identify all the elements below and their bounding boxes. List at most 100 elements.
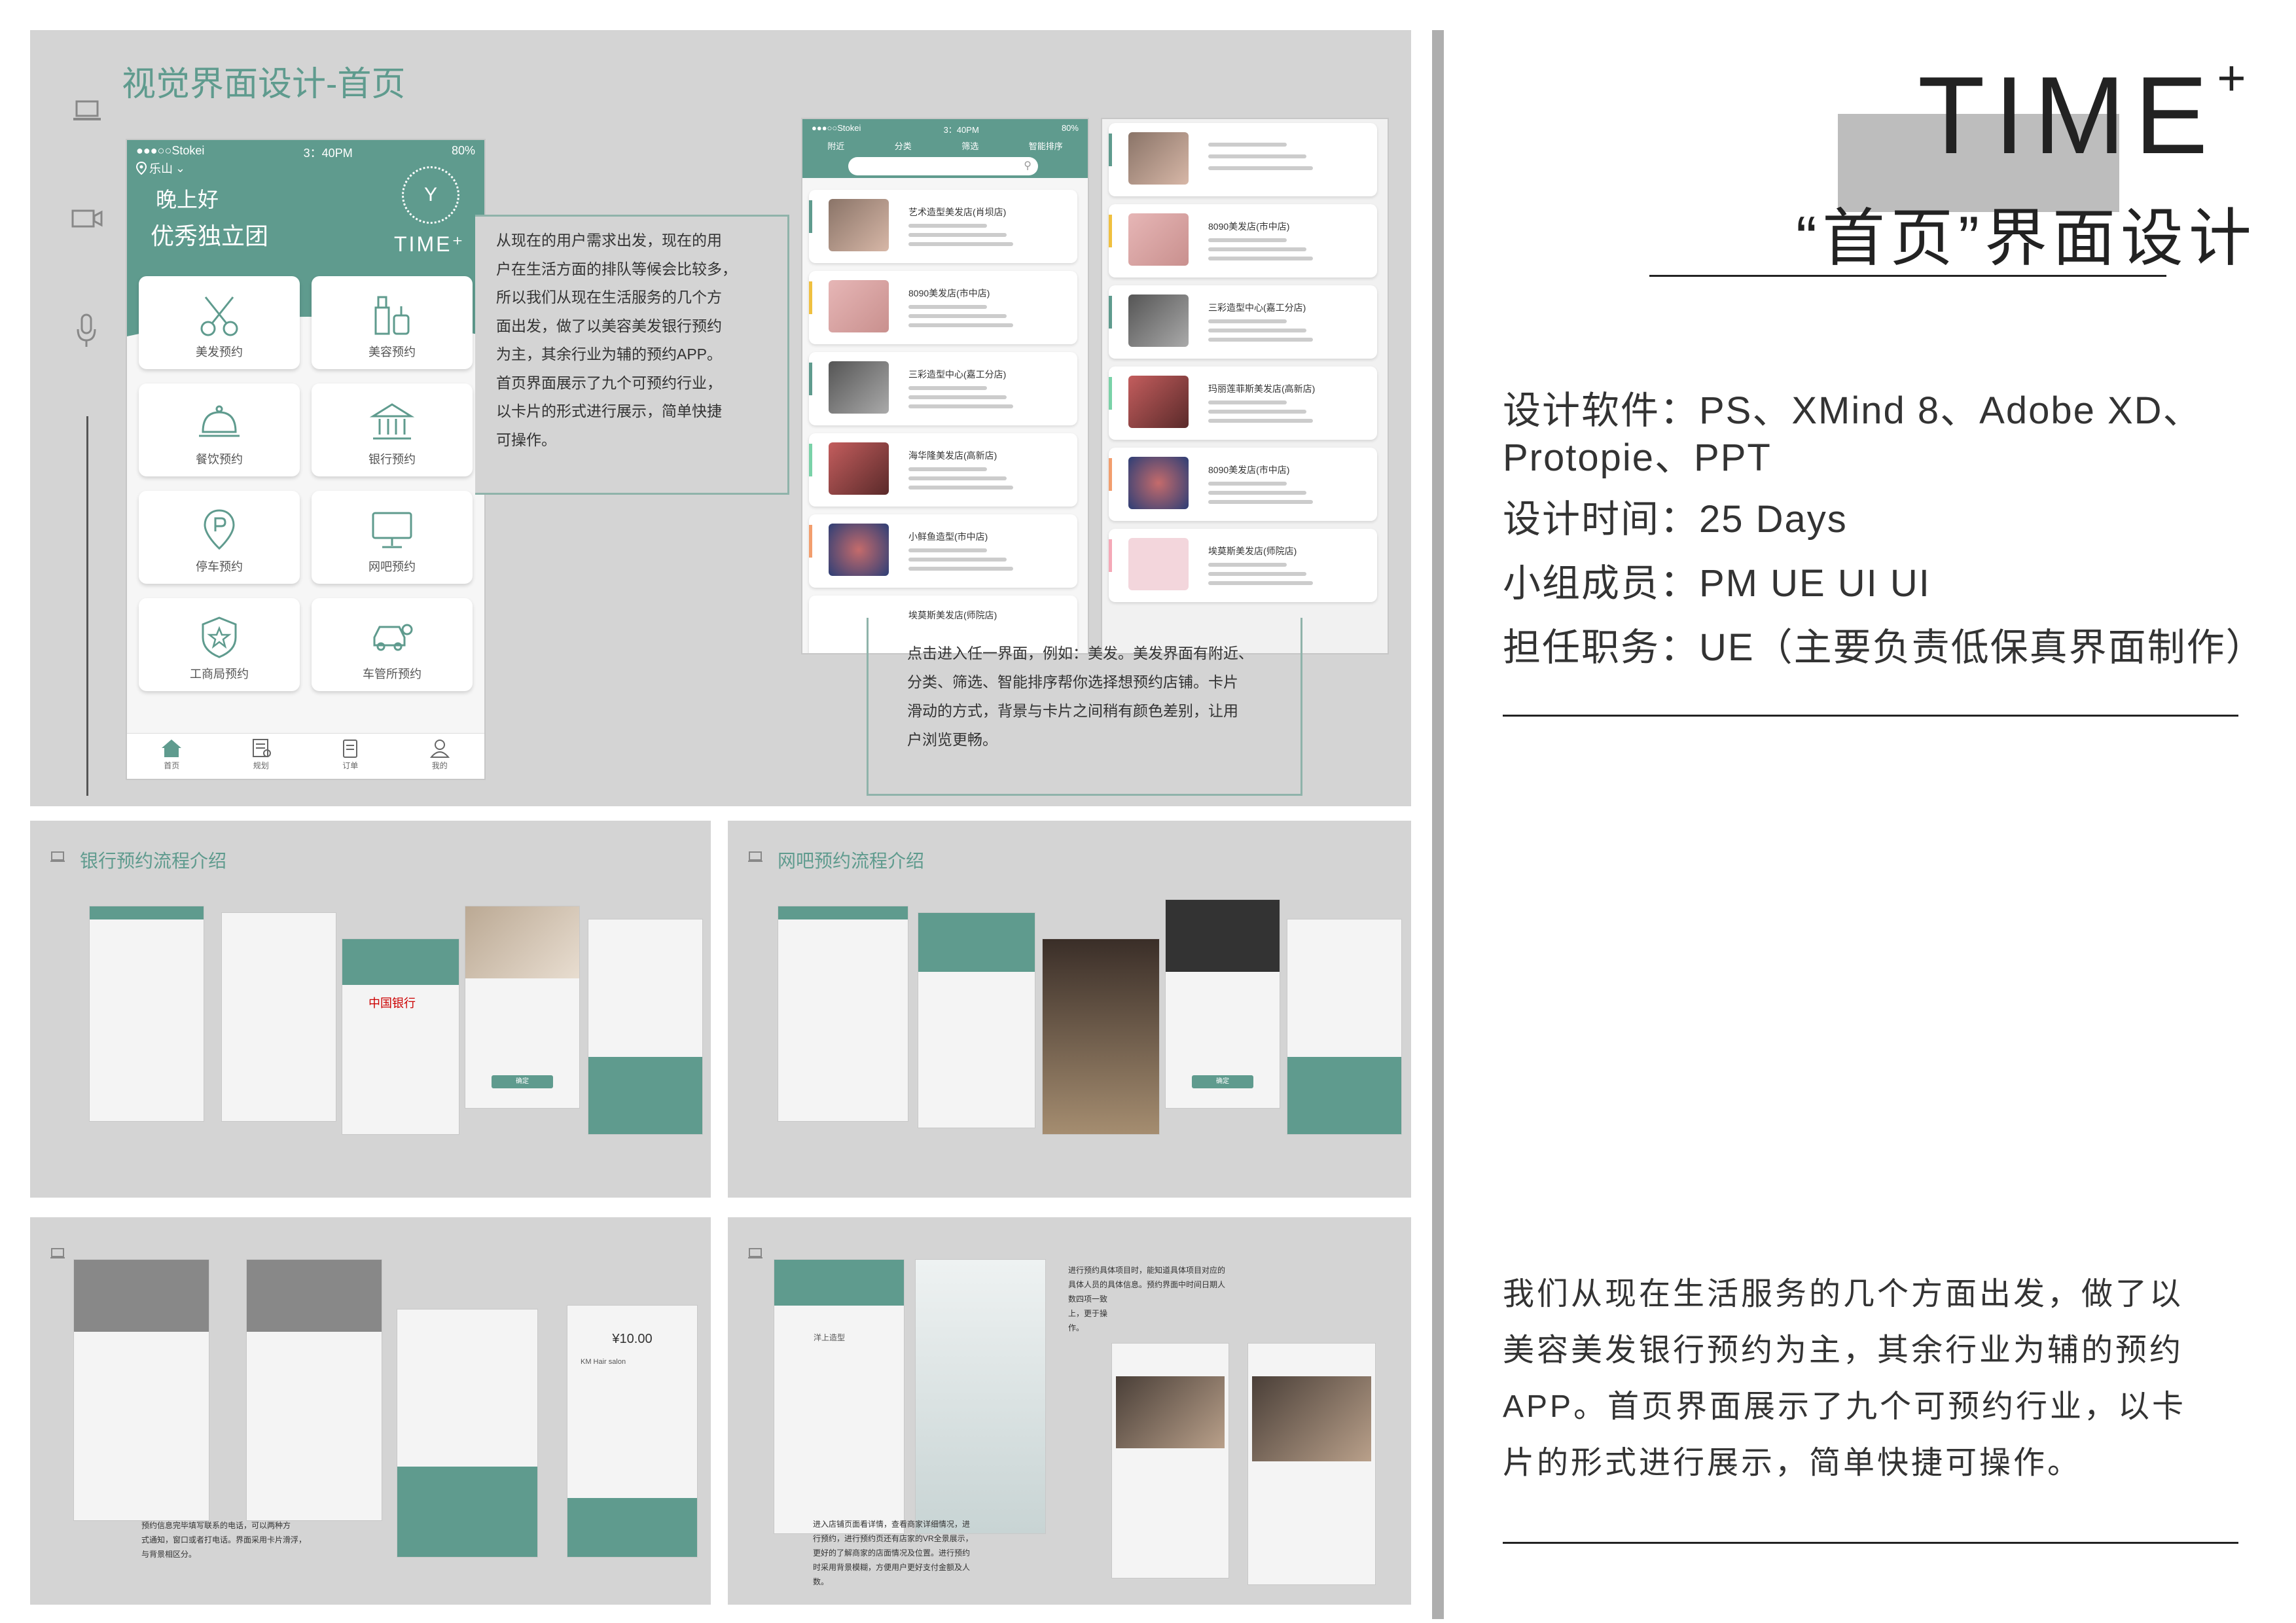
- store-note-top: 进行预约具体项目时，能知道具体项目对应的 具体人员的具体信息。预约界面中时间日期…: [1068, 1266, 1226, 1332]
- subtitle-rule: [1649, 275, 2166, 277]
- card-label: 工商局预约: [190, 668, 249, 681]
- badge-star-icon: [202, 616, 237, 658]
- store-card[interactable]: 小鲜鱼造型(市中店): [809, 514, 1077, 588]
- tab-home[interactable]: 首页: [145, 734, 198, 779]
- monitor-icon: [372, 512, 412, 548]
- store-card[interactable]: 8090美发店(市中店): [1109, 448, 1377, 521]
- card-hair[interactable]: 美发预约: [139, 276, 300, 369]
- filter-category[interactable]: 分类: [895, 139, 912, 152]
- card-label: 美容预约: [368, 346, 416, 359]
- store-card[interactable]: 三彩造型中心(嘉工分店): [1109, 285, 1377, 359]
- card-description: 点击进入任一界面，例如：美发。美发界面有附近、 分类、筛选、智能排序帮你选择想预…: [907, 645, 1253, 748]
- laptop-icon: [73, 100, 101, 120]
- card-commerce[interactable]: 工商局预约: [139, 598, 300, 691]
- location-selector[interactable]: 乐山 ⌄: [136, 160, 185, 177]
- store-list-phone-scrolled: 8090美发店(市中店) 三彩造型中心(嘉工分店) 玛丽莲菲斯美发店(高新店) …: [1101, 118, 1389, 654]
- store-card[interactable]: 玛丽莲菲斯美发店(高新店): [1109, 366, 1377, 440]
- netcafe-flow-title: 网吧预约流程介绍: [778, 851, 925, 871]
- netcafe-screen-detail: [918, 912, 1035, 1128]
- info-members: 小组成员：PM UE UI UI: [1503, 562, 1931, 605]
- card-netcafe[interactable]: 网吧预约: [312, 491, 473, 584]
- store-card[interactable]: 三彩造型中心(嘉工分店): [809, 352, 1077, 425]
- clock: 3：40PM: [943, 125, 979, 135]
- carrier: ●●●○○Stokei: [812, 123, 861, 133]
- tab-bar: 首页 规划 订单 我的: [127, 733, 484, 779]
- payment-screen: ¥10.00 KM Hair salon: [567, 1305, 698, 1558]
- store-card[interactable]: 8090美发店(市中店): [809, 271, 1077, 344]
- filter-nearby[interactable]: 附近: [827, 139, 844, 152]
- home-design-panel: 视觉界面设计-首页 ●●●○○Stokei 3：40PM 80% 乐山 ⌄ 晚上…: [30, 30, 1411, 806]
- info-software-cont: Protopie、PPT: [1503, 437, 1772, 479]
- car-gear-icon: [373, 624, 413, 651]
- store-card[interactable]: 埃莫斯美发店(师院店): [1109, 529, 1377, 602]
- filter-sort[interactable]: 智能排序: [1029, 139, 1063, 152]
- summary-rule: [1503, 1542, 2238, 1544]
- card-dining[interactable]: 餐饮预约: [139, 383, 300, 476]
- status-bar: ●●●○○Stokei 3：40PM 80%: [802, 119, 1088, 139]
- greeting: 晚上好: [156, 188, 219, 211]
- video-camera-icon: [71, 209, 103, 228]
- brand-title: TIME+: [1918, 54, 2255, 171]
- bank-icon: [369, 403, 415, 440]
- store-name: 玛丽莲菲斯美发店(高新店): [1208, 383, 1316, 394]
- info-rule: [1503, 715, 2238, 717]
- filter-filter[interactable]: 筛选: [961, 139, 978, 152]
- card-label: 车管所预约: [363, 668, 422, 681]
- summary-text: 我们从现在生活服务的几个方面出发，做了以 美容美发银行预约为主，其余行业为辅的预…: [1503, 1277, 2187, 1480]
- card-beauty[interactable]: 美容预约: [312, 276, 473, 369]
- logo-mark: Y: [402, 166, 459, 224]
- tab-mine[interactable]: 我的: [414, 734, 466, 779]
- laptop-icon: [748, 851, 762, 862]
- payment-merchant: KM Hair salon: [581, 1358, 626, 1366]
- home-icon: [162, 740, 182, 757]
- store-name: 海华隆美发店(高新店): [908, 450, 997, 461]
- tab-label: 我的: [431, 761, 448, 770]
- order-icon: [343, 740, 358, 758]
- team-name: 优秀独立团: [151, 223, 269, 249]
- laptop-icon: [748, 1248, 762, 1258]
- store-card[interactable]: [1109, 123, 1377, 196]
- filter-bar: 附近 分类 筛选 智能排序: [802, 139, 1088, 152]
- microphone-icon: [77, 313, 96, 347]
- search-input[interactable]: ⚲: [848, 157, 1038, 175]
- location-pin-icon: [136, 162, 147, 175]
- confirm-button[interactable]: 确定: [1192, 1075, 1253, 1088]
- card-bank[interactable]: 银行预约: [312, 383, 473, 476]
- store-logo-text: 洋上造型: [814, 1333, 846, 1342]
- laptop-icon: [50, 1248, 65, 1258]
- bank-screen-list-2: [221, 912, 336, 1122]
- store-card[interactable]: 海华隆美发店(高新店): [809, 433, 1077, 507]
- queue-screen-3: [397, 1309, 538, 1558]
- store-name: 8090美发店(市中店): [1208, 465, 1290, 475]
- netcafe-screen-vr: [1042, 938, 1160, 1135]
- column-divider: [1432, 30, 1444, 1619]
- brand-word: TIME: [1918, 54, 2217, 177]
- store-card[interactable]: 艺术造型美发店(肖坝店): [809, 190, 1077, 263]
- card-vehicle[interactable]: 车管所预约: [312, 598, 473, 691]
- tab-label: 首页: [164, 761, 180, 770]
- card-parking[interactable]: 停车预约: [139, 491, 300, 584]
- info-time: 设计时间：25 Days: [1503, 498, 1848, 541]
- bank-screen-form: [588, 919, 703, 1135]
- tab-plan[interactable]: 规划: [235, 734, 287, 779]
- tab-label: 规划: [253, 761, 269, 770]
- tab-label: 订单: [342, 761, 359, 770]
- tab-order[interactable]: 订单: [324, 734, 376, 779]
- cloche-icon: [199, 405, 240, 437]
- panel-heading: 视觉界面设计-首页: [122, 65, 406, 103]
- user-icon: [429, 740, 450, 758]
- store-detail-panel: 洋上造型 进行预约具体项目时，能知道具体项目对应的 具体人员的具体信息。预约界面…: [728, 1217, 1411, 1605]
- bank-logo-text: 中国银行: [368, 997, 416, 1010]
- queue-screen-1: [73, 1259, 209, 1521]
- queue-note: 预约信息完毕填写联系的电话，可以两种方 式通知，窗口或者打电话。界面采用卡片滑浮…: [141, 1521, 307, 1559]
- page-subtitle: “首页”界面设计: [1796, 204, 2257, 274]
- cosmetics-icon: [374, 296, 410, 335]
- battery: 80%: [1061, 123, 1079, 133]
- sidebar-line: [86, 416, 88, 796]
- store-name: 8090美发店(市中店): [1208, 221, 1290, 232]
- barber-screen-2: [1247, 1343, 1376, 1585]
- bank-flow-panel: 银行预约流程介绍 中国银行 确定: [30, 821, 711, 1198]
- store-name: 8090美发店(市中店): [908, 288, 990, 298]
- confirm-button[interactable]: 确定: [492, 1075, 553, 1088]
- store-card[interactable]: 8090美发店(市中店): [1109, 204, 1377, 277]
